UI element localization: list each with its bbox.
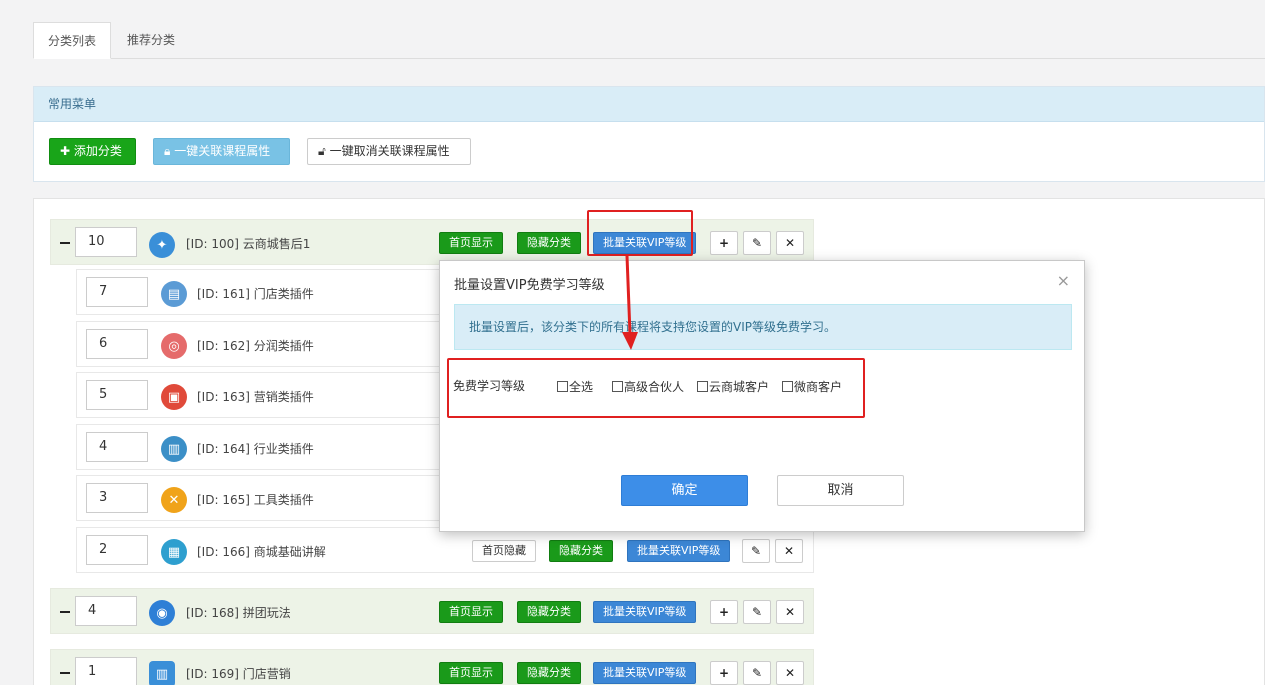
category-label: [ID: 162] 分润类插件 [197,339,314,353]
sort-input[interactable]: 6 [86,329,148,359]
category-label: [ID: 169] 门店营销 [186,667,291,681]
tools-icon: ✕ [161,487,187,513]
homepage-show-button[interactable]: 首页显示 [439,601,503,623]
edit-icon[interactable]: ✎ [743,661,771,685]
hide-category-button[interactable]: 隐藏分类 [517,662,581,684]
edit-icon[interactable]: ✎ [743,600,771,624]
batch-vip-button[interactable]: 批量关联VIP等级 [593,601,697,623]
sort-input[interactable]: 4 [75,596,137,626]
building-icon: ▥ [149,661,175,685]
tab-category-list[interactable]: 分类列表 [33,22,112,59]
batch-vip-button[interactable]: 批量关联VIP等级 [627,540,731,562]
add-sub-icon[interactable]: + [710,231,738,255]
group-buy-icon: ◉ [149,600,175,626]
tab-bar: 分类列表 推荐分类 [33,22,1265,59]
category-label: [ID: 161] 门店类插件 [197,287,314,301]
tab-recommended[interactable]: 推荐分类 [113,22,189,59]
puzzle-icon: ✦ [149,232,175,258]
confirm-button[interactable]: 确定 [621,475,748,506]
delete-icon[interactable]: ✕ [775,539,803,563]
unlink-course-attr-label: 一键取消关联课程属性 [329,144,450,158]
plus-icon: ✚ [60,144,71,158]
homepage-show-button[interactable]: 首页显示 [439,662,503,684]
category-label: [ID: 100] 云商城售后1 [186,237,311,251]
hide-category-button[interactable]: 隐藏分类 [549,540,613,562]
category-row: 4 ◉ [ID: 168] 拼团玩法 首页显示 隐藏分类 批量关联VIP等级 +… [50,588,814,634]
sort-input[interactable]: 5 [86,380,148,410]
sort-input[interactable]: 7 [86,277,148,307]
category-row: 2 ▦ [ID: 166] 商城基础讲解 首页隐藏 隐藏分类 批量关联VIP等级… [76,527,814,573]
gift-icon: ▣ [161,384,187,410]
sort-input[interactable]: 2 [86,535,148,565]
link-course-attr-button[interactable]: 🔒︎ 一键关联课程属性 [153,138,290,165]
close-icon[interactable]: × [1057,271,1070,290]
batch-vip-button[interactable]: 批量关联VIP等级 [593,662,697,684]
lock-icon: 🔒︎ [164,144,171,158]
common-menu-panel: 常用菜单 ✚ 添加分类 🔒︎ 一键关联课程属性 🔓︎ 一键取消关联课程属性 [33,86,1265,182]
delete-icon[interactable]: ✕ [776,231,804,255]
info-alert: 批量设置后，该分类下的所有课程将支持您设置的VIP等级免费学习。 [454,304,1072,350]
sort-input[interactable]: 4 [86,432,148,462]
category-label: [ID: 168] 拼团玩法 [186,606,291,620]
link-course-attr-label: 一键关联课程属性 [174,144,271,158]
collapse-icon[interactable] [60,611,70,613]
add-sub-icon[interactable]: + [710,600,738,624]
delete-icon[interactable]: ✕ [776,600,804,624]
delete-icon[interactable]: ✕ [776,661,804,685]
add-sub-icon[interactable]: + [710,661,738,685]
unlock-icon: 🔓︎ [318,144,326,158]
panel-title: 常用菜单 [34,87,1264,122]
category-row: 10 ✦ [ID: 100] 云商城售后1 首页显示 隐藏分类 批量关联VIP等… [50,219,814,265]
book-icon: ▥ [161,436,187,462]
annotation-highlight-box [587,210,693,256]
edit-icon[interactable]: ✎ [742,539,770,563]
edit-icon[interactable]: ✎ [743,231,771,255]
annotation-options-box [447,358,865,418]
profit-share-icon: ◎ [161,333,187,359]
category-label: [ID: 164] 行业类插件 [197,442,314,456]
hide-category-button[interactable]: 隐藏分类 [517,601,581,623]
store-icon: ▤ [161,281,187,307]
sort-input[interactable]: 3 [86,483,148,513]
sort-input[interactable]: 1 [75,657,137,685]
add-category-label: 添加分类 [73,144,122,158]
collapse-icon[interactable] [60,672,70,674]
add-category-button[interactable]: ✚ 添加分类 [49,138,136,165]
hide-category-button[interactable]: 隐藏分类 [517,232,581,254]
category-row: 1 ▥ [ID: 169] 门店营销 首页显示 隐藏分类 批量关联VIP等级 +… [50,649,814,685]
collapse-icon[interactable] [60,242,70,244]
homepage-hide-button[interactable]: 首页隐藏 [472,540,536,562]
modal-title: 批量设置VIP免费学习等级 [454,278,605,293]
category-label: [ID: 163] 营销类插件 [197,390,314,404]
category-label: [ID: 166] 商城基础讲解 [197,545,326,559]
sort-input[interactable]: 10 [75,227,137,257]
shop-basics-icon: ▦ [161,539,187,565]
unlink-course-attr-button[interactable]: 🔓︎ 一键取消关联课程属性 [307,138,471,165]
category-label: [ID: 165] 工具类插件 [197,493,314,507]
cancel-button[interactable]: 取消 [777,475,904,506]
homepage-show-button[interactable]: 首页显示 [439,232,503,254]
